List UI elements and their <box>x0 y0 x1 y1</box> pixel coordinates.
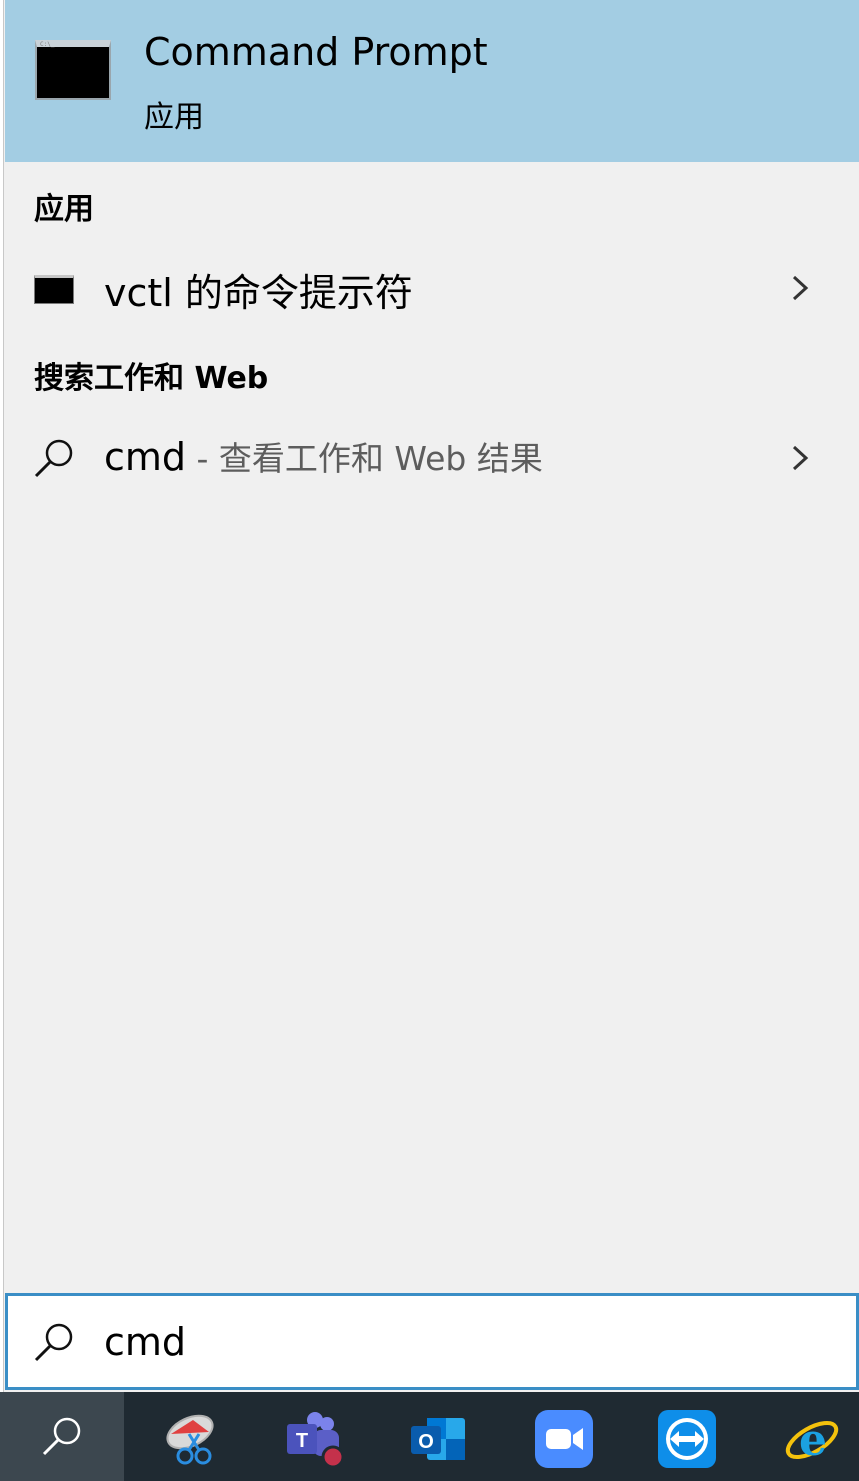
search-icon <box>34 1323 73 1362</box>
command-prompt-icon: C:\_ <box>35 40 111 100</box>
chevron-right-icon[interactable] <box>785 273 815 303</box>
best-match-title: Command Prompt <box>144 30 488 74</box>
app-result-label: vctl 的命令提示符 <box>104 271 413 315</box>
search-input-value[interactable]: cmd <box>104 1320 186 1364</box>
best-match-command-prompt[interactable]: C:\_ Command Prompt 应用 <box>5 0 859 162</box>
svg-text:e: e <box>799 1415 827 1466</box>
teams-icon[interactable]: T <box>285 1410 343 1468</box>
web-result-cmd[interactable]: cmd - 查看工作和 Web 结果 <box>5 418 859 498</box>
web-section-header: 搜索工作和 Web <box>34 361 269 396</box>
taskbar-search-button[interactable] <box>0 1392 124 1481</box>
web-result-suffix: - 查看工作和 Web 结果 <box>186 439 543 478</box>
outlook-icon[interactable]: O <box>409 1410 467 1468</box>
app-result-vctl-prompt[interactable]: vctl 的命令提示符 <box>5 248 859 328</box>
svg-text:T: T <box>296 1430 308 1452</box>
web-result-query: cmd <box>104 435 187 479</box>
apps-section-header: 应用 <box>34 192 94 227</box>
svg-text:O: O <box>418 1431 434 1453</box>
snipping-tool-icon[interactable] <box>163 1410 221 1468</box>
console-icon <box>34 275 74 304</box>
search-input[interactable]: cmd <box>5 1293 859 1390</box>
chevron-right-icon[interactable] <box>785 443 815 473</box>
teamviewer-icon[interactable] <box>658 1410 716 1468</box>
search-icon <box>34 439 73 478</box>
internet-explorer-icon[interactable]: e <box>783 1410 841 1468</box>
taskbar: T O e <box>0 1392 859 1481</box>
web-result-label: cmd - 查看工作和 Web 结果 <box>104 432 543 480</box>
background-window-edge <box>0 0 4 1392</box>
search-icon <box>42 1417 81 1456</box>
start-search-panel: C:\_ Command Prompt 应用 应用 vctl 的命令提示符 搜索… <box>5 0 859 1392</box>
best-match-type: 应用 <box>144 100 204 135</box>
zoom-icon[interactable] <box>535 1410 593 1468</box>
